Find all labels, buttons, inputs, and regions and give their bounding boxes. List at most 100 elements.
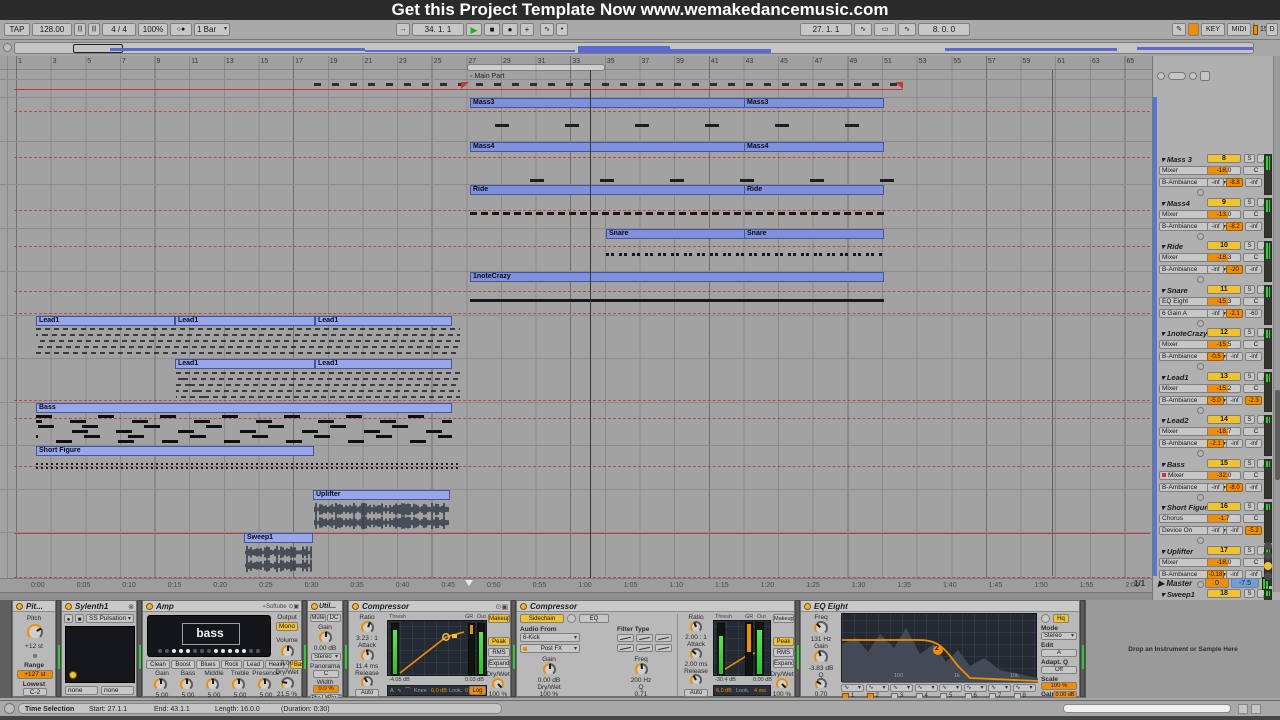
amp-type-boost[interactable]: Boost (171, 660, 195, 669)
solo-button[interactable]: S (1244, 546, 1255, 555)
release-knob[interactable] (361, 676, 373, 688)
midi-notes-row[interactable] (36, 352, 460, 354)
track-volume-box[interactable]: -1.7 (1207, 514, 1241, 523)
send-box[interactable]: -2.1 (1207, 439, 1224, 448)
expand-button[interactable]: Expand (488, 659, 510, 668)
c2-peak-button[interactable]: Peak (773, 637, 794, 646)
plugin-slot-2[interactable]: none (101, 686, 134, 695)
solo-button[interactable]: S (1244, 285, 1255, 294)
filter-type-button[interactable] (617, 634, 634, 642)
solo-button[interactable]: S (1244, 241, 1255, 250)
status-mini-button-2[interactable] (1251, 704, 1261, 714)
scroll-band[interactable] (0, 592, 1152, 600)
send-box[interactable]: -inf (1207, 178, 1224, 187)
zoom-out-button[interactable] (1157, 72, 1165, 80)
sc-freq-knob[interactable] (635, 663, 648, 676)
drywet-value[interactable]: 21.5 % (273, 691, 301, 698)
midi-notes-row[interactable] (36, 420, 452, 423)
amp-knob-bass[interactable] (180, 678, 193, 691)
midi-notes-row[interactable] (470, 299, 884, 302)
util-mode-selector[interactable]: Stereo (311, 653, 341, 661)
sidechain-source-selector[interactable]: 6-Kick (520, 633, 580, 642)
eq-gain-value[interactable]: -3.83 dB (803, 665, 839, 672)
status-mini-button-1[interactable] (1238, 704, 1248, 714)
midi-notes-row[interactable] (36, 467, 460, 469)
panorama-value[interactable]: C (313, 670, 339, 678)
pitch-value[interactable]: +12 st (13, 643, 55, 650)
automation-line[interactable] (14, 400, 1150, 401)
solo-button[interactable]: S (1244, 415, 1255, 424)
range-value[interactable]: +127 st (17, 670, 53, 679)
midi-notes-row[interactable] (176, 396, 460, 398)
send-box[interactable]: -inf (1245, 222, 1262, 231)
midi-notes-row[interactable] (470, 212, 884, 215)
track-lane[interactable] (0, 228, 1152, 271)
automation-line[interactable] (14, 313, 1150, 314)
io-toggle-circle[interactable] (3, 43, 12, 52)
arrangement-overview[interactable] (14, 42, 1254, 54)
lane-fold-button[interactable] (1197, 320, 1204, 327)
comp1-drywet-value[interactable]: 100 % (485, 691, 511, 698)
send-box[interactable]: -8.8 (1226, 178, 1243, 187)
track-lane[interactable] (0, 79, 1152, 97)
track-volume-box[interactable]: -15.3 (1207, 297, 1241, 306)
filter-type-button[interactable] (617, 644, 634, 652)
phase-right-button[interactable]: Phz-R (327, 694, 342, 698)
sc-gain-value[interactable]: 0.00 dB (529, 677, 569, 684)
amp-knob-presence[interactable] (258, 678, 271, 691)
record-button[interactable]: ● (502, 23, 518, 36)
amp-knob-gain[interactable] (154, 678, 167, 691)
eq-band-filter-selector[interactable]: ∿ (988, 684, 1011, 692)
c2-makeup-button[interactable]: Makeup (773, 614, 794, 623)
send-box[interactable]: -inf (1207, 309, 1224, 318)
c2-ratio-value[interactable]: 2.00 : 1 (681, 634, 711, 641)
punch-out-button[interactable]: ∿ (898, 23, 916, 36)
plugin-panel[interactable] (65, 626, 135, 683)
plugin-slot-1[interactable]: none (65, 686, 98, 695)
sc-freq-value[interactable]: 200 Hz (621, 677, 661, 684)
punch-out-marker[interactable] (895, 82, 903, 89)
midi-notes-row[interactable] (176, 390, 460, 392)
device-compressor1-title[interactable]: Compressor ⊙▣ (349, 601, 510, 612)
master-cue-box[interactable]: -7.5 (1231, 578, 1259, 588)
drywet-knob[interactable] (281, 677, 294, 690)
send-box[interactable]: -inf (1245, 178, 1262, 187)
send-box[interactable]: -inf (1226, 352, 1243, 361)
midi-notes-row[interactable] (36, 415, 452, 418)
amp-type-clean[interactable]: Clean (146, 660, 170, 669)
hq-button[interactable]: Hq (1053, 614, 1069, 623)
master-track-name[interactable]: ▶ Master (1158, 579, 1192, 588)
eq-band-toggle[interactable] (915, 693, 923, 698)
midi-notes-row[interactable] (36, 463, 460, 465)
eq-band-toggle[interactable] (989, 693, 996, 698)
solo-button[interactable]: S (1244, 198, 1255, 207)
track-number[interactable]: 12 (1207, 328, 1241, 337)
c2-attack-knob[interactable] (690, 648, 702, 660)
automation-line[interactable] (14, 418, 1150, 419)
eq-outgain-value[interactable]: 0.00 dB (1053, 691, 1077, 698)
midi-notes-row[interactable] (176, 372, 460, 374)
c2-ratio-knob[interactable] (690, 621, 702, 633)
loop-start-field[interactable]: 27. 1. 1 (800, 23, 852, 36)
eq-band-toggle[interactable] (891, 693, 898, 698)
lane-fold-button[interactable] (1197, 276, 1204, 283)
track-volume-box[interactable]: -32.0 (1207, 471, 1241, 480)
ratio-value[interactable]: 3.23 : 1 (351, 635, 383, 642)
lane-fold-button[interactable] (1197, 537, 1204, 544)
automation-line[interactable] (14, 246, 1150, 247)
compressor-display[interactable] (387, 620, 487, 676)
overview-pill-button[interactable] (1168, 72, 1186, 80)
amp-type-blues[interactable]: Blues (196, 660, 220, 669)
clip[interactable] (470, 185, 884, 195)
filter-type-button[interactable] (636, 634, 653, 642)
thresh-value[interactable]: -4.05 dB (389, 677, 410, 683)
eq-band-filter-selector[interactable]: ∿ (1012, 684, 1036, 692)
midi-notes-row[interactable] (36, 340, 460, 342)
filter-type-button[interactable] (655, 644, 672, 652)
audio-waveform[interactable] (313, 501, 450, 531)
automation-line[interactable] (14, 111, 1150, 112)
knee-value[interactable]: 6.0 dB (431, 688, 447, 694)
automation-arm-button[interactable] (1188, 23, 1199, 36)
arrangement-position-field[interactable]: 34. 1. 1 (412, 23, 464, 36)
mini-clip-row[interactable] (314, 83, 904, 86)
